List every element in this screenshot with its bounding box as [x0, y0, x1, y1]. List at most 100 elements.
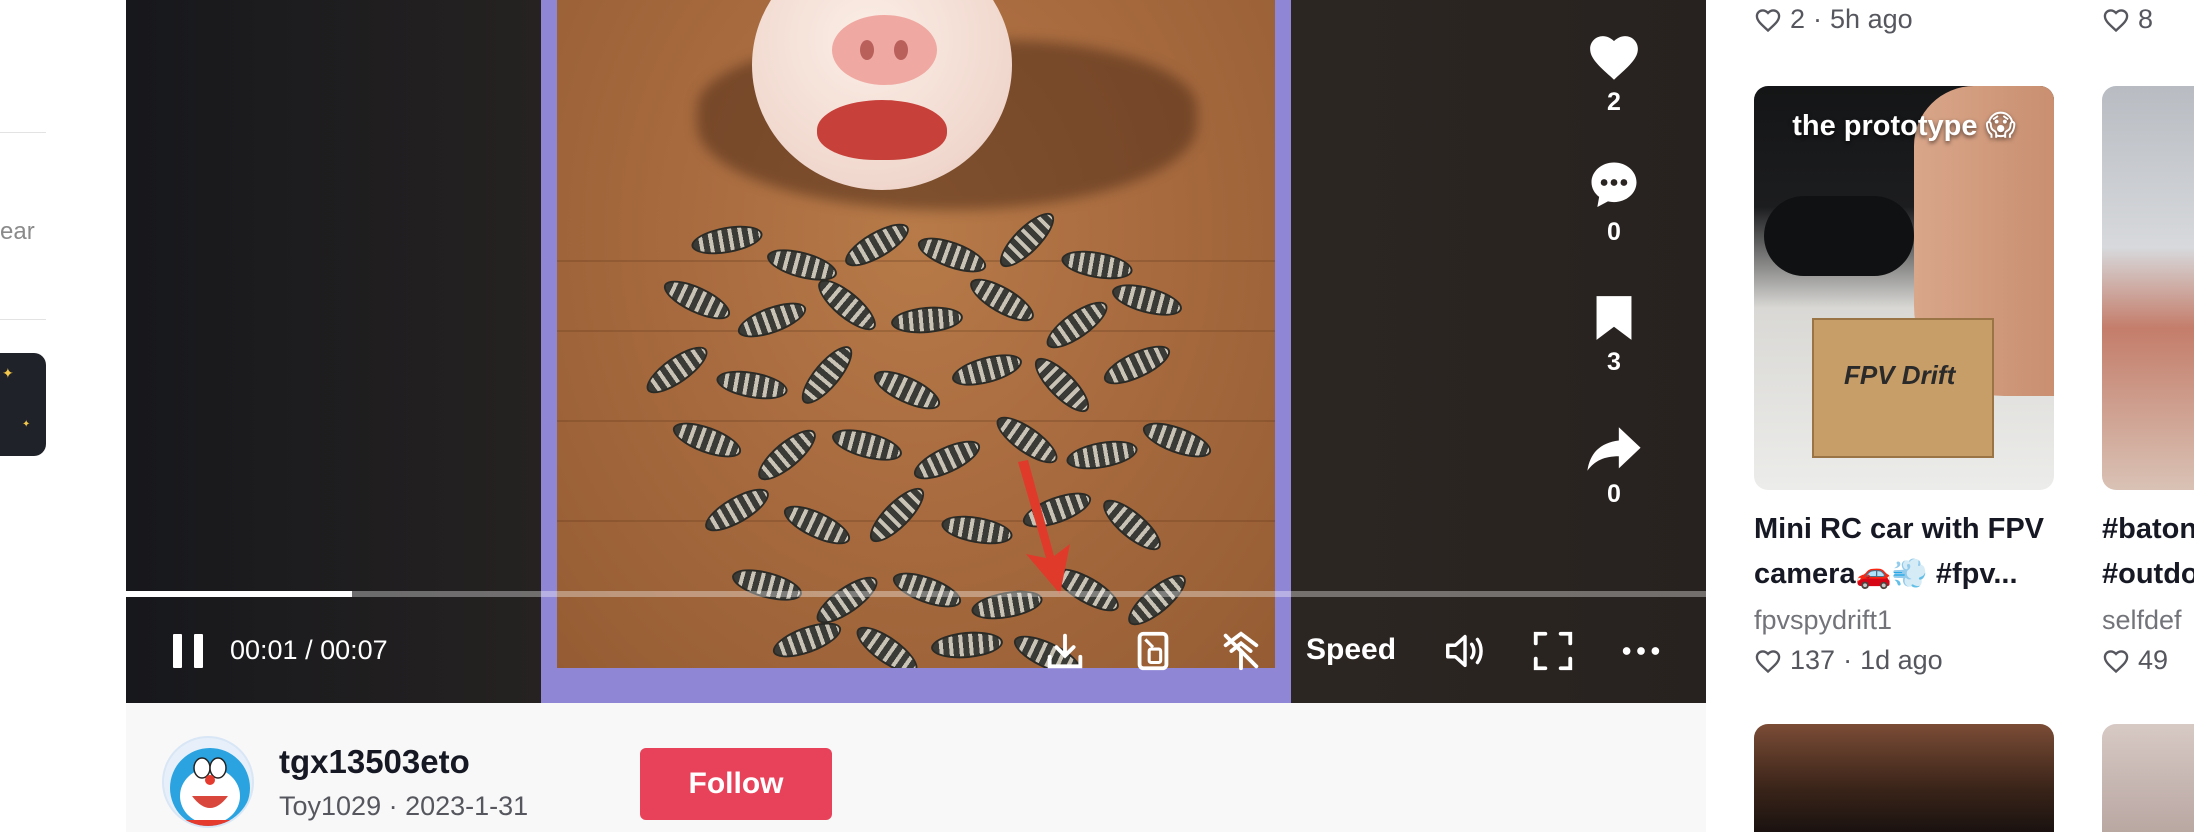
heart-outline-icon — [2103, 8, 2129, 32]
rec-thumbnail[interactable] — [2102, 724, 2194, 832]
sunflower-seed — [964, 270, 1040, 330]
like-count: 2 — [1607, 88, 1621, 116]
sunflower-seed — [1059, 245, 1135, 285]
sunflower-seed — [1108, 278, 1186, 322]
sunflower-seed — [778, 498, 856, 552]
current-time: 00:01 — [230, 635, 298, 665]
thumbnail-overlay-text: the prototype 😱 — [1792, 110, 2016, 142]
avatar[interactable] — [162, 736, 254, 828]
rec-age: 1d ago — [1860, 645, 1943, 675]
sunflower-seed — [888, 565, 966, 615]
recommendations-panel: 2 · 5h ago 8 FPV Drift the prototype 😱 M… — [1706, 0, 2194, 832]
sunflower-seed — [1121, 566, 1193, 634]
auto-scroll-icon — [1223, 631, 1259, 671]
sunflower-seed — [728, 563, 806, 607]
heart-outline-icon — [2103, 649, 2129, 673]
time-separator: / — [297, 635, 321, 665]
duration: 00:07 — [320, 635, 388, 665]
time-readout: 00:01 / 00:07 — [230, 635, 388, 666]
rec-stats-top-1: 2 · 5h ago — [1754, 4, 1913, 35]
sunflower-seed — [992, 205, 1062, 275]
sunflower-seed — [1040, 293, 1114, 357]
speed-button[interactable]: Speed — [1306, 633, 1396, 667]
red-arrow-annotation — [1018, 460, 1070, 594]
volume-button[interactable] — [1442, 628, 1488, 674]
video-player[interactable]: 2 0 3 0 00:01 / 00:07 Speed — [126, 0, 1706, 703]
sunflower-seed — [1096, 491, 1168, 559]
save-count: 3 — [1607, 348, 1621, 376]
share-count: 0 — [1607, 480, 1621, 508]
rec-title[interactable]: #baton #outdo — [2102, 507, 2194, 597]
rec-thumbnail[interactable] — [2102, 86, 2194, 490]
rec-like-count: 8 — [2138, 4, 2154, 34]
more-options-button[interactable] — [1618, 628, 1664, 674]
picture-in-picture-icon — [1137, 631, 1169, 671]
author-username[interactable]: tgx13503eto — [279, 743, 470, 781]
sunflower-seed — [658, 273, 736, 327]
piggy-snout — [832, 15, 937, 85]
sunflower-seed — [850, 618, 924, 668]
heart-icon — [1590, 36, 1638, 80]
download-button[interactable] — [1042, 628, 1088, 674]
sunflower-seed — [733, 295, 811, 345]
sunflower-seed — [948, 348, 1026, 392]
save-button[interactable]: 3 — [1574, 294, 1654, 377]
sparkle-icon: ✦ — [22, 419, 31, 430]
sunflower-seed — [868, 363, 946, 417]
rec-thumbnail[interactable] — [1754, 724, 2054, 832]
sunflower-seed — [828, 423, 906, 467]
pause-icon — [173, 634, 203, 668]
box-label: FPV Drift — [1844, 360, 1956, 390]
rec-like-count: 2 — [1790, 4, 1806, 34]
rec-author[interactable]: selfdef — [2102, 605, 2182, 636]
sunflower-seed — [939, 510, 1015, 550]
sidebar-partial-text[interactable]: ear — [0, 218, 35, 246]
sunflower-seed — [751, 421, 823, 489]
sunflower-seed — [811, 271, 883, 339]
pause-button[interactable] — [170, 632, 208, 670]
comment-button[interactable]: 0 — [1574, 158, 1654, 247]
rec-stats-top-2: 8 — [2102, 4, 2153, 35]
gamepad-image — [1764, 196, 1914, 276]
left-sidebar: ear ✦ ✦ — [0, 0, 126, 832]
sunflower-seed — [793, 339, 861, 411]
rec-title[interactable]: Mini RC car with FPV camera🚗💨 #fpv... — [1754, 507, 2084, 597]
sunflower-seed — [768, 615, 846, 665]
download-icon — [1047, 633, 1083, 669]
piggy-nostril — [860, 40, 874, 60]
rec-separator: · — [1843, 645, 1853, 675]
sunflower-seed — [1138, 415, 1216, 465]
piggy-mouth — [817, 100, 947, 160]
sunflower-seed — [699, 480, 775, 540]
box-image: FPV Drift — [1812, 318, 1994, 458]
rec-stats: 137 · 1d ago — [1754, 645, 1943, 676]
sunflower-seed — [913, 230, 991, 280]
rec-like-count: 137 — [1790, 645, 1836, 675]
like-button[interactable]: 2 — [1574, 32, 1654, 117]
progress-bar[interactable] — [126, 591, 1706, 597]
video-frame — [541, 0, 1291, 703]
post-date: 2023-1-31 — [405, 791, 529, 821]
volume-icon — [1446, 634, 1483, 668]
sidebar-promo-card[interactable]: ✦ ✦ — [0, 353, 46, 456]
progress-fill — [126, 591, 352, 597]
rec-thumbnail[interactable]: FPV Drift the prototype 😱 — [1754, 86, 2054, 490]
more-icon — [1622, 647, 1660, 655]
sunflower-seed — [862, 480, 932, 550]
rec-separator: · — [1813, 4, 1823, 34]
sidebar-divider — [0, 132, 46, 133]
wood-grain — [557, 420, 1275, 422]
sunflower-seed — [930, 628, 1004, 662]
fullscreen-icon — [1533, 631, 1573, 671]
follow-button[interactable]: Follow — [640, 748, 832, 820]
fullscreen-button[interactable] — [1530, 628, 1576, 674]
auto-scroll-button[interactable] — [1218, 628, 1264, 674]
picture-in-picture-button[interactable] — [1130, 628, 1176, 674]
author-meta: Toy1029 · 2023-1-31 — [279, 791, 528, 822]
sparkle-icon: ✦ — [2, 365, 14, 381]
sunflower-seed — [714, 365, 790, 405]
rec-author[interactable]: fpvspydrift1 — [1754, 605, 1892, 636]
author-nickname: Toy1029 — [279, 791, 382, 821]
share-button[interactable]: 0 — [1574, 424, 1654, 509]
heart-outline-icon — [1755, 8, 1781, 32]
